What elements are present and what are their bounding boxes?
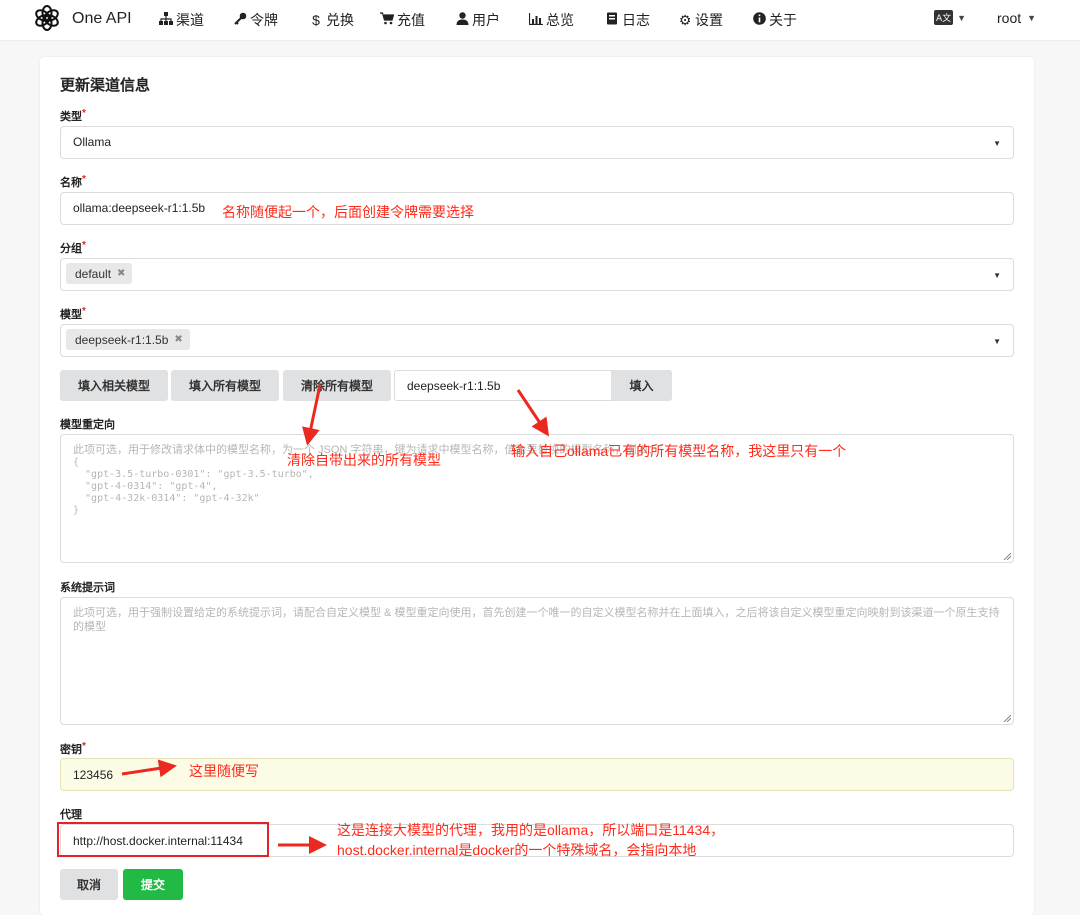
fill-all-models-button[interactable]: 填入所有模型 <box>171 370 279 401</box>
nav-redeem[interactable]: $ 兑换 <box>309 10 354 30</box>
key-icon <box>233 12 247 28</box>
group-chip: default ✖ <box>66 263 133 284</box>
proxy-highlight-box <box>57 822 269 857</box>
nav-tokens[interactable]: 令牌 <box>233 10 278 30</box>
annotation-clear-note: 清除自带出来的所有模型 <box>287 452 441 468</box>
nav-users[interactable]: 用户 <box>455 10 500 30</box>
model-chip-label: deepseek-r1:1.5b <box>75 332 169 347</box>
group-select[interactable]: default ✖ ▼ <box>60 258 1014 291</box>
cancel-button[interactable]: 取消 <box>60 869 118 900</box>
dropdown-arrow-icon: ▼ <box>993 337 1001 346</box>
model-redirect-label: 模型重定向 <box>60 419 115 431</box>
book-icon <box>605 12 619 28</box>
nav-label: 设置 <box>695 12 723 28</box>
cart-icon <box>380 12 395 28</box>
page-title: 更新渠道信息 <box>60 77 151 94</box>
resize-handle-icon[interactable] <box>1003 552 1011 560</box>
type-label-text: 类型 <box>60 111 82 123</box>
brand-name[interactable]: One API <box>72 10 132 28</box>
annotation-key-note: 这里随便写 <box>189 763 259 779</box>
nav-label: 日志 <box>622 12 650 28</box>
name-input-value: ollama:deepseek-r1:1.5b <box>73 201 206 215</box>
chevron-down-icon: ▼ <box>957 12 967 23</box>
annotation-proxy-note-line2: host.docker.internal是docker的一个特殊域名，会指向本地 <box>337 842 697 858</box>
nav-topup[interactable]: 充值 <box>380 10 425 30</box>
model-label-text: 模型 <box>60 309 82 321</box>
nav-about[interactable]: 关于 <box>752 10 797 30</box>
name-label-text: 名称 <box>60 177 82 189</box>
dollar-icon: $ <box>312 12 320 28</box>
nav-label: 关于 <box>769 12 797 28</box>
submit-button[interactable]: 提交 <box>123 869 183 900</box>
group-label: 分组* <box>60 240 86 256</box>
nav-label: 令牌 <box>250 12 278 28</box>
user-dropdown[interactable]: root ▼ <box>997 10 1036 26</box>
nav-label: 渠道 <box>176 12 204 28</box>
fill-custom-model-button[interactable]: 填入 <box>611 370 672 401</box>
model-label: 模型* <box>60 306 86 322</box>
nav-channels[interactable]: 渠道 <box>159 10 204 30</box>
name-input[interactable]: ollama:deepseek-r1:1.5b <box>60 192 1014 225</box>
nav-label: 总览 <box>546 12 574 28</box>
system-prompt-label: 系统提示词 <box>60 582 115 594</box>
model-chip: deepseek-r1:1.5b ✖ <box>66 329 190 350</box>
chart-icon <box>528 12 543 28</box>
translate-icon: A文 <box>934 10 954 25</box>
required-asterisk: * <box>82 174 86 185</box>
user-icon <box>455 12 469 28</box>
name-label: 名称* <box>60 174 86 190</box>
custom-model-input[interactable]: deepseek-r1:1.5b <box>394 370 612 401</box>
nav-settings[interactable]: ⚙ 设置 <box>678 10 723 30</box>
key-label-text: 密钥 <box>60 744 82 756</box>
group-chip-label: default <box>75 266 112 281</box>
proxy-label: 代理 <box>60 809 82 821</box>
fill-related-models-button[interactable]: 填入相关模型 <box>60 370 168 401</box>
nav-logs[interactable]: 日志 <box>605 10 650 30</box>
annotation-proxy-note-line1: 这是连接大模型的代理，我用的是ollama，所以端口是11434， <box>337 822 725 838</box>
resize-handle-icon[interactable] <box>1003 714 1011 722</box>
type-select-value: Ollama <box>73 135 112 149</box>
type-select[interactable]: Ollama ▼ <box>60 126 1014 159</box>
system-prompt-placeholder: 此项可选，用于强制设置给定的系统提示词，请配合自定义模型 & 模型重定向使用，首… <box>73 607 1000 633</box>
required-asterisk: * <box>82 741 86 752</box>
remove-chip-icon[interactable]: ✖ <box>174 334 182 345</box>
nav-label: 充值 <box>397 12 425 28</box>
model-select[interactable]: deepseek-r1:1.5b ✖ ▼ <box>60 324 1014 357</box>
info-icon <box>752 12 766 28</box>
gear-icon: ⚙ <box>678 11 692 28</box>
top-navbar: One API 渠道 令牌 $ 兑换 充值 用户 总览 日志 ⚙ 设置 关于 A… <box>0 0 1080 41</box>
required-asterisk: * <box>82 108 86 119</box>
username: root <box>997 10 1022 26</box>
sitemap-icon <box>159 12 173 28</box>
group-label-text: 分组 <box>60 243 82 255</box>
key-input-value: 123456 <box>73 768 114 782</box>
remove-chip-icon[interactable]: ✖ <box>117 268 125 279</box>
dropdown-arrow-icon: ▼ <box>993 271 1001 280</box>
nav-label: 用户 <box>472 12 500 28</box>
openai-logo-icon[interactable] <box>33 4 61 32</box>
type-label: 类型* <box>60 108 86 124</box>
chevron-down-icon: ▼ <box>1027 13 1037 23</box>
annotation-fill-note: 输入自己ollama已有的所有模型名称，我这里只有一个 <box>511 443 847 459</box>
annotation-name-note: 名称随便起一个，后面创建令牌需要选择 <box>222 204 474 220</box>
required-asterisk: * <box>82 240 86 251</box>
clear-all-models-button[interactable]: 清除所有模型 <box>283 370 391 401</box>
required-asterisk: * <box>82 306 86 317</box>
dropdown-arrow-icon: ▼ <box>993 139 1001 148</box>
system-prompt-textarea[interactable]: 此项可选，用于强制设置给定的系统提示词，请配合自定义模型 & 模型重定向使用，首… <box>60 597 1014 725</box>
language-dropdown[interactable]: A文 ▼ <box>934 10 966 25</box>
key-label: 密钥* <box>60 741 86 757</box>
nav-dashboard[interactable]: 总览 <box>528 10 574 30</box>
custom-model-input-value: deepseek-r1:1.5b <box>407 379 501 393</box>
nav-label: 兑换 <box>326 12 354 28</box>
